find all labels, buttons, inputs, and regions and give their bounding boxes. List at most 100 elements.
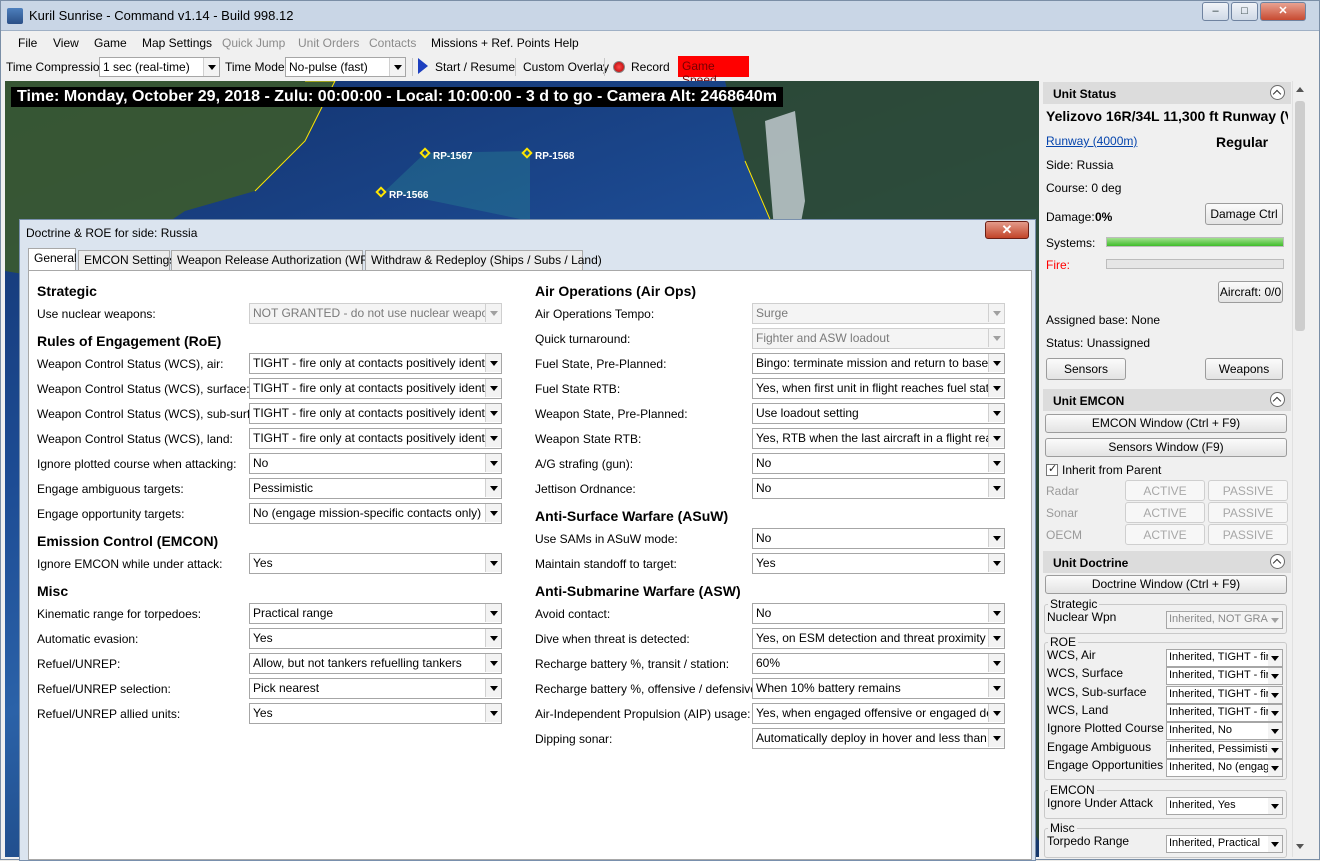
maximize-button[interactable]: □ <box>1231 2 1258 21</box>
chevron-down-icon <box>1268 742 1282 758</box>
side-engage-ambiguous-select[interactable]: Inherited, Pessimistic <box>1166 741 1283 759</box>
fuel-preplanned-select[interactable]: Bingo: terminate mission and return to b… <box>752 353 1005 374</box>
ambiguous-select[interactable]: Pessimistic <box>249 478 502 499</box>
evasion-select[interactable]: Yes <box>249 628 502 649</box>
side-engage-opportunities-select[interactable]: Inherited, No (engage <box>1166 759 1283 777</box>
radar-active-button[interactable]: ACTIVE <box>1125 480 1205 501</box>
tab-emcon-settings[interactable]: EMCON Settings <box>78 250 175 270</box>
ignore-emcon-select[interactable]: Yes <box>249 553 502 574</box>
tab-wra[interactable]: Weapon Release Authorization (WRA) <box>171 250 381 270</box>
start-resume-button[interactable]: Start / Resume <box>435 60 515 74</box>
dipping-select[interactable]: Automatically deploy in hover and less t… <box>752 728 1005 749</box>
strafing-select[interactable]: No <box>752 453 1005 474</box>
time-compression-select[interactable]: 1 sec (real-time) <box>99 57 220 77</box>
weapons-button[interactable]: Weapons <box>1205 358 1283 380</box>
doctrine-window-button[interactable]: Doctrine Window (Ctrl + F9) <box>1045 575 1287 594</box>
sams-select[interactable]: No <box>752 528 1005 549</box>
scrollbar-thumb[interactable] <box>1295 101 1305 331</box>
unit-link[interactable]: Runway (4000m) <box>1046 134 1137 148</box>
record-button[interactable]: Record <box>631 60 670 74</box>
close-button[interactable]: ✕ <box>1260 2 1306 21</box>
side-wcs-land-select[interactable]: Inherited, TIGHT - fire <box>1166 704 1283 722</box>
oecm-active-button[interactable]: ACTIVE <box>1125 524 1205 545</box>
refuel-label: Refuel/UNREP: <box>37 657 121 671</box>
minimize-button[interactable]: – <box>1202 2 1229 21</box>
systems-bar <box>1106 237 1284 247</box>
unit-emcon-header[interactable]: Unit EMCON <box>1043 389 1291 411</box>
weapon-rtb-select[interactable]: Yes, RTB when the last aircraft in a fli… <box>752 428 1005 449</box>
nuclear-select[interactable]: NOT GRANTED - do not use nuclear weapons <box>249 303 502 324</box>
unit-doctrine-header[interactable]: Unit Doctrine <box>1043 551 1291 573</box>
side-ignore-attack-select[interactable]: Inherited, Yes <box>1166 797 1283 815</box>
recharge-transit-select[interactable]: 60% <box>752 653 1005 674</box>
torp-select[interactable]: Practical range <box>249 603 502 624</box>
inherit-checkbox[interactable] <box>1046 462 1058 476</box>
unit-status-header[interactable]: Unit Status <box>1043 82 1291 104</box>
wcs-land-select[interactable]: TIGHT - fire only at contacts positively… <box>249 428 502 449</box>
side-torpedo-range-select[interactable]: Inherited, Practical <box>1166 835 1283 853</box>
aip-select[interactable]: Yes, when engaged offensive or engaged d… <box>752 703 1005 724</box>
reference-point[interactable]: RP-1566 <box>375 186 428 201</box>
tab-general[interactable]: General <box>28 248 77 271</box>
tempo-select[interactable]: Surge <box>752 303 1005 324</box>
side-wcs-sub-select[interactable]: Inherited, TIGHT - fire <box>1166 686 1283 704</box>
standoff-select[interactable]: Yes <box>752 553 1005 574</box>
custom-overlay-button[interactable]: Custom Overlay <box>523 60 609 74</box>
recharge-offensive-select[interactable]: When 10% battery remains <box>752 678 1005 699</box>
emcon-window-button[interactable]: EMCON Window (Ctrl + F9) <box>1045 414 1287 433</box>
game-speed-button[interactable]: Game Speed <box>678 56 749 87</box>
oecm-passive-button[interactable]: PASSIVE <box>1208 524 1288 545</box>
side-wcs-surface-select[interactable]: Inherited, TIGHT - fire <box>1166 667 1283 685</box>
chevron-down-icon <box>485 379 501 397</box>
dipping-label: Dipping sonar: <box>535 732 613 746</box>
ignore-course-select[interactable]: No <box>249 453 502 474</box>
roe-group-title: ROE <box>1048 635 1079 649</box>
menu-missions[interactable]: Missions + Ref. Points <box>431 36 550 50</box>
chevron-up-icon[interactable] <box>1270 392 1285 407</box>
reference-point[interactable]: RP-1568 <box>521 147 574 162</box>
wcs-air-select[interactable]: TIGHT - fire only at contacts positively… <box>249 353 502 374</box>
wcs-surface-select[interactable]: TIGHT - fire only at contacts positively… <box>249 378 502 399</box>
sensors-window-button[interactable]: Sensors Window (F9) <box>1045 438 1287 457</box>
menu-help[interactable]: Help <box>554 36 579 50</box>
damage-ctrl-button[interactable]: Damage Ctrl <box>1205 203 1283 225</box>
sonar-passive-button[interactable]: PASSIVE <box>1208 502 1288 523</box>
menu-view[interactable]: View <box>53 36 79 50</box>
scroll-down-icon[interactable] <box>1296 844 1304 849</box>
scroll-up-icon[interactable] <box>1296 87 1304 92</box>
menu-map-settings[interactable]: Map Settings <box>142 36 212 50</box>
wcs-sub-select[interactable]: TIGHT - fire only at contacts positively… <box>249 403 502 424</box>
menu-contacts[interactable]: Contacts <box>369 36 416 50</box>
menu-quick-jump[interactable]: Quick Jump <box>222 36 285 50</box>
nuclear-wpn-select[interactable]: Inherited, NOT GRANTED <box>1166 611 1283 629</box>
fuel-rtb-select[interactable]: Yes, when first unit in flight reaches f… <box>752 378 1005 399</box>
side-panel-scrollbar[interactable] <box>1292 81 1307 857</box>
sensors-button[interactable]: Sensors <box>1046 358 1126 380</box>
time-mode-select[interactable]: No-pulse (fast) <box>285 57 406 77</box>
recharge-offensive-label: Recharge battery %, offensive / defensiv… <box>535 682 761 696</box>
toolbar-separator <box>412 58 413 76</box>
dive-select[interactable]: Yes, on ESM detection and threat proximi… <box>752 628 1005 649</box>
chevron-up-icon[interactable] <box>1270 85 1285 100</box>
radar-passive-button[interactable]: PASSIVE <box>1208 480 1288 501</box>
opportunity-select[interactable]: No (engage mission-specific contacts onl… <box>249 503 502 524</box>
side-wcs-air-select[interactable]: Inherited, TIGHT - fire <box>1166 649 1283 667</box>
turnaround-select[interactable]: Fighter and ASW loadout <box>752 328 1005 349</box>
chevron-up-icon[interactable] <box>1270 554 1285 569</box>
avoid-select[interactable]: No <box>752 603 1005 624</box>
menu-unit-orders[interactable]: Unit Orders <box>298 36 359 50</box>
refuel-allied-select[interactable]: Yes <box>249 703 502 724</box>
weapon-preplanned-select[interactable]: Use loadout setting <box>752 403 1005 424</box>
side-ignore-plotted-select[interactable]: Inherited, No <box>1166 722 1283 740</box>
menu-game[interactable]: Game <box>94 36 127 50</box>
aircraft-button[interactable]: Aircraft: 0/0 <box>1218 281 1283 303</box>
reference-point[interactable]: RP-1567 <box>419 147 472 162</box>
tab-withdraw-redeploy[interactable]: Withdraw & Redeploy (Ships / Subs / Land… <box>365 250 602 270</box>
menu-file[interactable]: File <box>18 36 37 50</box>
sonar-active-button[interactable]: ACTIVE <box>1125 502 1205 523</box>
refuel-select[interactable]: Allow, but not tankers refuelling tanker… <box>249 653 502 674</box>
dialog-close-button[interactable]: ✕ <box>985 221 1029 239</box>
jettison-select[interactable]: No <box>752 478 1005 499</box>
fuel-rtb-label: Fuel State RTB: <box>535 382 621 396</box>
refuel-selection-select[interactable]: Pick nearest <box>249 678 502 699</box>
